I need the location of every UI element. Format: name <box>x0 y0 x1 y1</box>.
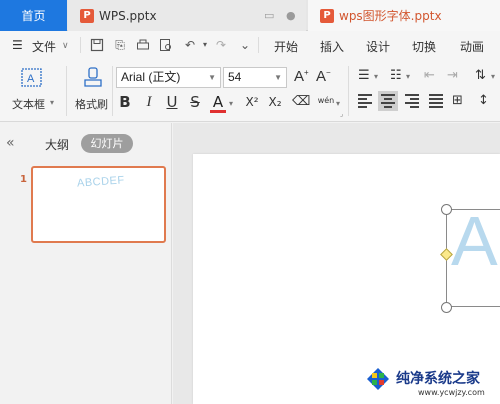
dialog-launcher-icon[interactable]: ⌟ <box>340 110 343 118</box>
presentation-file-icon: P <box>320 8 334 23</box>
resize-handle-top-left[interactable] <box>441 204 452 215</box>
superscript-button[interactable]: X² <box>242 93 262 111</box>
redo-icon[interactable]: ↷ <box>214 38 228 52</box>
divider <box>66 66 67 116</box>
presentation-file-icon: P <box>80 8 94 23</box>
tab-bar: 首页 P WPS.pptx ▭ ● P wps图形字体.pptx <box>0 0 500 31</box>
menu-bar: ☰ 文件 ∨ ⎘ ↶ ▾ ↷ ⌄ 开始 插入 设计 切换 动画 <box>0 31 500 60</box>
chevron-down-icon[interactable]: ▾ <box>229 99 233 108</box>
phonetic-label: wén <box>317 96 335 105</box>
font-color-button[interactable]: A <box>210 93 226 113</box>
chevron-down-icon[interactable]: ▾ <box>374 72 378 81</box>
strikethrough-button[interactable]: S <box>187 93 203 111</box>
slides-panel: « 大纲 幻灯片 1 ABCDEF <box>0 123 172 404</box>
chevron-down-icon[interactable]: ▾ <box>406 72 410 81</box>
italic-button[interactable]: I <box>141 93 157 111</box>
tab-document-label: WPS.pptx <box>99 8 157 23</box>
sort-icon[interactable]: ⇅ <box>475 68 486 83</box>
font-size-value: 54 <box>228 70 242 84</box>
tab-home[interactable]: 首页 <box>0 0 67 31</box>
customize-toolbar-icon[interactable]: ⌄ <box>238 38 252 52</box>
ribbon: A 文本框 ▾ 格式刷 Arial (正文) ▼ 54 ▼ A+ A− B I … <box>0 60 500 122</box>
increase-indent-icon[interactable]: ⇥ <box>447 68 458 83</box>
menu-animations[interactable]: 动画 <box>460 38 484 55</box>
subscript-button[interactable]: X₂ <box>265 93 285 111</box>
align-center-button[interactable] <box>378 91 398 111</box>
tab-home-label: 首页 <box>21 9 46 23</box>
decrease-indent-icon[interactable]: ⇤ <box>424 68 435 83</box>
tab-outline[interactable]: 大纲 <box>45 136 69 153</box>
hamburger-icon[interactable]: ☰ <box>12 38 23 52</box>
menu-transitions[interactable]: 切换 <box>412 38 436 55</box>
bold-button[interactable]: B <box>117 93 133 111</box>
align-left-button[interactable] <box>358 94 372 108</box>
phonetic-guide-button[interactable]: wén <box>316 92 336 110</box>
slide-thumbnail[interactable]: ABCDEF <box>31 166 166 243</box>
chevron-down-icon: ▼ <box>208 73 216 82</box>
monitor-icon[interactable]: ▭ <box>264 9 274 22</box>
unsaved-dot-icon[interactable]: ● <box>286 9 296 22</box>
watermark-url: www.ycwjzy.com <box>418 388 485 397</box>
align-right-button[interactable] <box>405 94 419 108</box>
save-icon[interactable] <box>90 38 104 52</box>
print-preview-icon[interactable] <box>159 38 173 52</box>
decrease-font-size-icon[interactable]: A− <box>316 68 331 85</box>
chevron-down-icon[interactable]: ▾ <box>198 38 212 52</box>
thumbnail-text: ABCDEF <box>76 174 125 190</box>
line-spacing-icon[interactable]: ↕ <box>478 93 489 108</box>
font-name-select[interactable]: Arial (正文) ▼ <box>116 67 221 88</box>
chevron-down-icon[interactable]: ▾ <box>336 99 340 108</box>
font-name-value: Arial (正文) <box>121 70 181 84</box>
divider <box>112 66 113 116</box>
tab-document-label: wps图形字体.pptx <box>339 9 442 23</box>
clear-formatting-icon[interactable]: ⌫ <box>292 93 310 111</box>
watermark-title: 纯净系统之家 <box>396 371 480 387</box>
increase-font-size-icon[interactable]: A+ <box>294 68 309 85</box>
watermark: 纯净系统之家 www.ycwjzy.com <box>360 364 500 404</box>
collapse-panel-icon[interactable]: « <box>6 135 15 151</box>
numbered-list-icon[interactable]: ☷ <box>390 68 402 83</box>
format-painter-label[interactable]: 格式刷 <box>75 96 108 112</box>
divider <box>80 37 81 53</box>
print-icon[interactable] <box>136 38 150 52</box>
chevron-down-icon: ▼ <box>274 73 282 82</box>
tab-document-wps[interactable]: P WPS.pptx ▭ ● <box>68 0 306 31</box>
undo-icon[interactable]: ↶ <box>183 38 197 52</box>
textbox-button-label[interactable]: 文本框 <box>12 96 45 112</box>
tab-document-wps-shapes[interactable]: P wps图形字体.pptx <box>308 0 500 31</box>
selection-box <box>446 209 500 307</box>
slide-number: 1 <box>20 174 27 185</box>
underline-button[interactable]: U <box>164 93 180 111</box>
chevron-down-icon[interactable]: ▾ <box>50 98 54 107</box>
divider <box>348 66 349 116</box>
font-size-select[interactable]: 54 ▼ <box>223 67 287 88</box>
chevron-down-icon[interactable]: ∨ <box>62 41 69 51</box>
divider <box>258 37 259 53</box>
bullet-list-icon[interactable]: ☰ <box>358 68 370 83</box>
tab-slides[interactable]: 幻灯片 <box>81 134 133 153</box>
menu-file[interactable]: 文件 <box>32 38 56 55</box>
menu-design[interactable]: 设计 <box>366 38 390 55</box>
format-painter-icon[interactable] <box>82 66 104 90</box>
distribute-icon[interactable]: ⊞ <box>452 93 463 108</box>
chevron-down-icon[interactable]: ▾ <box>491 72 495 81</box>
export-icon[interactable]: ⎘ <box>113 38 127 52</box>
site-logo-icon <box>366 367 390 391</box>
resize-handle-bottom-left[interactable] <box>441 302 452 313</box>
textbox-icon[interactable]: A <box>20 66 44 90</box>
justify-button[interactable] <box>429 94 443 108</box>
menu-home[interactable]: 开始 <box>274 38 298 55</box>
editing-area: A <box>173 123 500 404</box>
svg-text:A: A <box>27 73 35 85</box>
menu-insert[interactable]: 插入 <box>320 38 344 55</box>
